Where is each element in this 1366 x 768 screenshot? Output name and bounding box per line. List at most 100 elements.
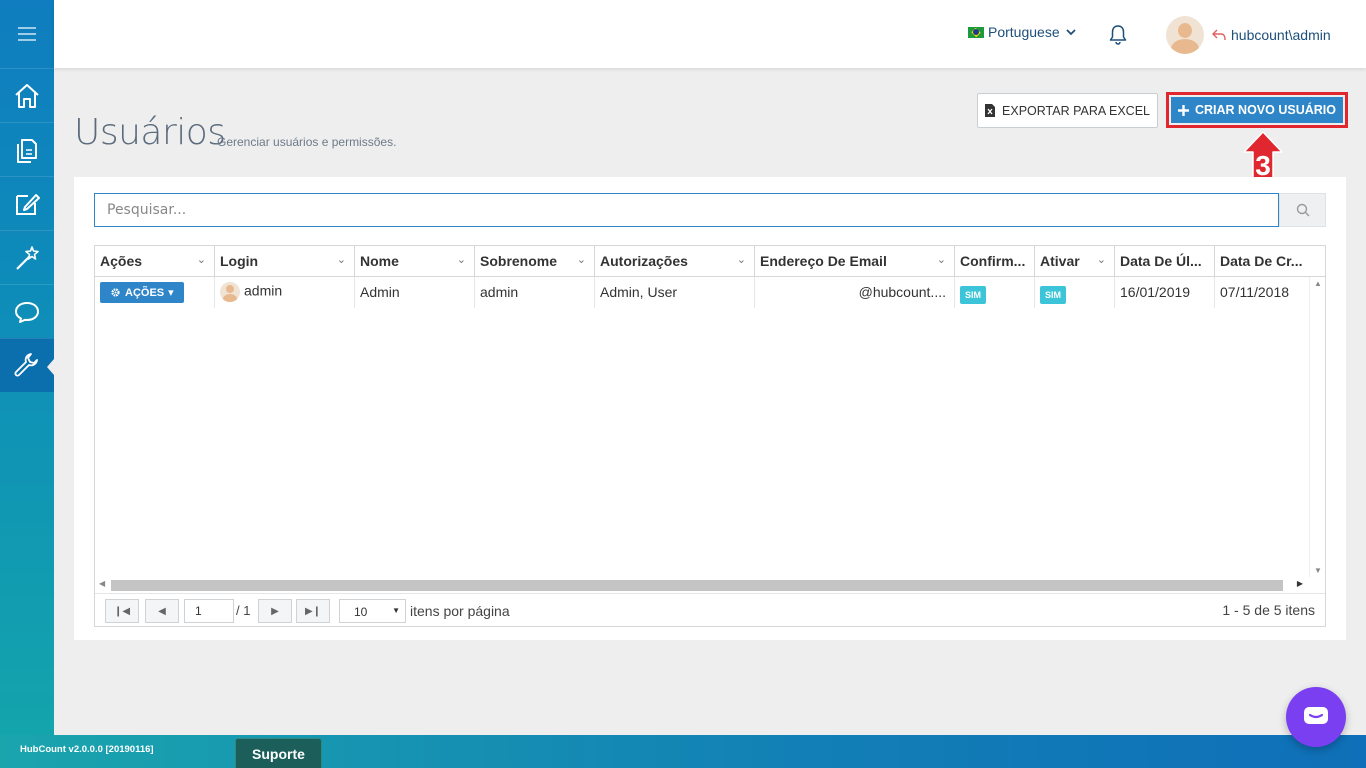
top-header: Portuguese hubcount\admin (54, 0, 1366, 68)
user-menu[interactable]: hubcount\admin (1166, 16, 1331, 54)
next-page-icon: ▶ (271, 605, 279, 617)
caret-down-icon: ▾ (168, 287, 174, 299)
page-title: Usuários (74, 112, 226, 153)
avatar (1166, 16, 1204, 54)
column-header-confirmado[interactable]: Confirm... (955, 246, 1035, 276)
export-excel-button[interactable]: EXPORTAR PARA EXCEL (977, 93, 1158, 128)
export-label: EXPORTAR PARA EXCEL (1002, 103, 1150, 118)
next-page-button[interactable]: ▶ (258, 599, 292, 623)
prev-page-icon: ◀ (158, 605, 166, 617)
column-header-criacao[interactable]: Data De Cr... (1215, 246, 1325, 276)
page-size-select[interactable]: 10 ▼ (339, 599, 406, 623)
last-page-button[interactable]: ▶❙ (296, 599, 330, 623)
scroll-right-icon[interactable]: ▶ (1297, 579, 1303, 588)
last-page-icon: ▶❙ (304, 605, 322, 617)
users-panel: Pesquisar... Ações ⌄ Login ⌄ Nome ⌄ Sobreno… (74, 177, 1346, 640)
create-user-button[interactable]: CRIAR NOVO USUÁRIO (1171, 97, 1343, 123)
magic-wand-icon (16, 245, 39, 270)
wrench-icon (14, 352, 38, 376)
column-header-nome[interactable]: Nome ⌄ (355, 246, 475, 276)
edit-icon (16, 193, 40, 215)
chevron-down-icon: ⌄ (576, 254, 586, 266)
nome-cell: Admin (355, 277, 475, 308)
users-grid: Ações ⌄ Login ⌄ Nome ⌄ Sobrenome ⌄ Autorizaç… (94, 245, 1326, 627)
chevron-down-icon: ⌄ (456, 254, 466, 266)
horizontal-scrollbar[interactable]: ◀ ▶ (95, 577, 1309, 593)
column-header-ultimo-login[interactable]: Data De Úl... (1115, 246, 1215, 276)
sidebar-item-documents[interactable] (0, 122, 54, 176)
vertical-scrollbar[interactable]: ▲ ▼ (1309, 277, 1325, 577)
scroll-up-icon[interactable]: ▲ (1314, 279, 1322, 288)
username-label: hubcount\admin (1231, 27, 1331, 43)
sidebar-item-settings[interactable] (0, 338, 54, 392)
status-badge: SIM (1040, 286, 1067, 304)
sidebar-item-wizard[interactable] (0, 230, 54, 284)
chat-widget-button[interactable] (1286, 687, 1346, 747)
per-page-label: itens por página (410, 603, 510, 619)
gear-icon (111, 288, 120, 297)
pager-info: 1 - 5 de 5 itens (1222, 602, 1315, 618)
documents-icon (17, 138, 37, 163)
reply-arrow-icon (1212, 29, 1226, 41)
login-cell: admin (244, 282, 283, 299)
column-header-acoes[interactable]: Ações ⌄ (95, 246, 215, 276)
page-subtitle: Gerenciar usuários e permissões. (217, 135, 397, 149)
chevron-down-icon: ⌄ (736, 254, 746, 266)
scroll-down-icon[interactable]: ▼ (1314, 566, 1322, 575)
home-icon (15, 83, 39, 108)
grid-header: Ações ⌄ Login ⌄ Nome ⌄ Sobrenome ⌄ Autorizaç… (95, 246, 1325, 277)
status-badge: SIM (960, 286, 987, 304)
first-page-icon: ❙◀ (113, 605, 131, 617)
excel-file-icon (985, 104, 996, 117)
sidebar-item-messages[interactable] (0, 284, 54, 338)
first-page-button[interactable]: ❙◀ (105, 599, 139, 623)
create-user-highlight: CRIAR NOVO USUÁRIO (1166, 92, 1348, 128)
scroll-thumb[interactable] (111, 580, 1283, 591)
avatar (220, 282, 240, 302)
chevron-down-icon: ⌄ (936, 254, 946, 266)
table-row[interactable]: AÇÕES ▾ admin Admin admin Admin, User @h… (95, 277, 1309, 308)
chevron-down-icon: ⌄ (196, 254, 206, 266)
notifications-button[interactable] (1108, 24, 1128, 51)
search-placeholder: Pesquisar... (107, 202, 187, 218)
plus-icon (1178, 104, 1189, 116)
sidebar-item-edit[interactable] (0, 176, 54, 230)
caret-down-icon: ▼ (392, 606, 400, 615)
sobrenome-cell: admin (475, 277, 595, 308)
menu-toggle-button[interactable] (0, 0, 54, 68)
page-number-input[interactable]: 1 (184, 599, 234, 623)
email-cell: @hubcount.... (755, 277, 955, 308)
chevron-down-icon: ⌄ (336, 254, 346, 266)
column-header-autorizacoes[interactable]: Autorizações ⌄ (595, 246, 755, 276)
create-label: CRIAR NOVO USUÁRIO (1195, 103, 1336, 117)
sidebar (0, 0, 54, 768)
column-header-sobrenome[interactable]: Sobrenome ⌄ (475, 246, 595, 276)
version-label: HubCount v2.0.0.0 [20190116] (20, 744, 154, 755)
chevron-down-icon (1065, 29, 1076, 36)
ultimo-login-cell: 16/01/2019 (1115, 277, 1215, 308)
column-header-email[interactable]: Endereço De Email ⌄ (755, 246, 955, 276)
column-header-ativar[interactable]: Ativar ⌄ (1035, 246, 1115, 276)
prev-page-button[interactable]: ◀ (145, 599, 179, 623)
language-selector[interactable]: Portuguese (968, 24, 1078, 40)
autorizacoes-cell: Admin, User (595, 277, 755, 308)
search-button[interactable] (1279, 193, 1326, 227)
bell-icon (1109, 25, 1127, 45)
pagination: ❙◀ ◀ 1 / 1 ▶ ▶❙ 10 ▼ itens por página 1 -… (95, 593, 1325, 627)
footer: HubCount v2.0.0.0 [20190116] Suporte (0, 735, 1366, 768)
support-tab[interactable]: Suporte (235, 738, 322, 768)
brazil-flag-icon (968, 26, 984, 38)
criacao-cell: 07/11/2018 (1220, 284, 1290, 300)
search-input[interactable]: Pesquisar... (94, 193, 1279, 227)
hamburger-icon (18, 27, 36, 41)
scroll-left-icon[interactable]: ◀ (99, 579, 105, 588)
column-header-login[interactable]: Login ⌄ (215, 246, 355, 276)
row-actions-button[interactable]: AÇÕES ▾ (100, 282, 184, 303)
chevron-down-icon: ⌄ (1096, 254, 1106, 266)
language-label: Portuguese (988, 24, 1060, 40)
search-icon (1296, 203, 1309, 217)
page-count: / 1 (236, 603, 251, 618)
chat-bubble-icon (15, 301, 39, 323)
chat-icon (1304, 707, 1328, 724)
sidebar-item-home[interactable] (0, 68, 54, 122)
